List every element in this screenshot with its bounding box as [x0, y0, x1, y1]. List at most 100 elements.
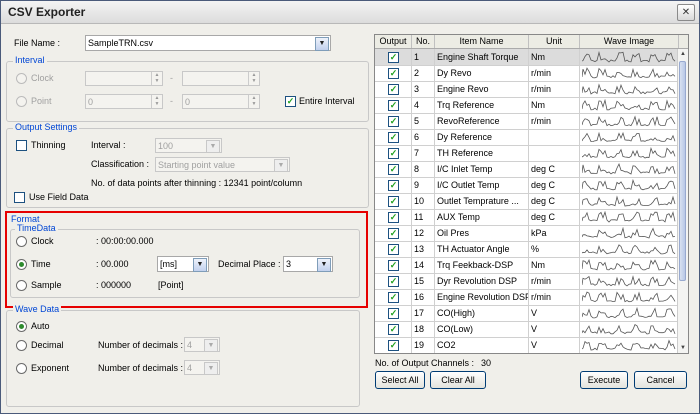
format-sample-unit: [Point]	[158, 280, 184, 290]
time-unit-dropdown-button[interactable]: ▼	[193, 258, 207, 272]
table-row[interactable]: ✓ 17 CO(High) V	[375, 305, 678, 322]
output-checkbox[interactable]: ✓	[388, 84, 399, 95]
execute-button[interactable]: Execute	[580, 371, 628, 389]
interval-clock-from-field[interactable]: ▲ ▼	[85, 71, 163, 86]
interval-point-from-spinner[interactable]: ▲ ▼	[151, 95, 162, 108]
output-checkbox[interactable]: ✓	[388, 52, 399, 63]
table-scrollbar[interactable]: ▲ ▼	[677, 49, 688, 353]
header-item-name[interactable]: Item Name	[435, 35, 529, 48]
interval-point-to-value: 0	[185, 97, 191, 107]
thinning-checkbox[interactable]	[16, 140, 27, 151]
interval-clock-to-field[interactable]: ▲ ▼	[182, 71, 260, 86]
table-row[interactable]: ✓ 14 Trq Feekback-DSP Nm	[375, 257, 678, 274]
thinning-interval-combo[interactable]: 100 ▼	[155, 138, 222, 153]
output-checkbox[interactable]: ✓	[388, 308, 399, 319]
table-row[interactable]: ✓ 8 I/C Inlet Temp deg C	[375, 161, 678, 178]
table-row[interactable]: ✓ 3 Engine Revo r/min	[375, 81, 678, 98]
decimal-num-decimals-combo[interactable]: 4 ▼	[184, 337, 220, 352]
output-checkbox[interactable]: ✓	[388, 228, 399, 239]
output-checkbox[interactable]: ✓	[388, 324, 399, 335]
table-row[interactable]: ✓ 13 TH Actuator Angle%	[375, 241, 678, 258]
time-unit-combo[interactable]: [ms] ▼	[157, 256, 209, 272]
output-checkbox[interactable]: ✓	[388, 132, 399, 143]
wave-exponent-radio[interactable]	[16, 363, 27, 374]
cancel-button[interactable]: Cancel	[634, 371, 687, 389]
wave-auto-radio[interactable]	[16, 321, 27, 332]
header-output[interactable]: Output	[375, 35, 412, 48]
spin-down-icon: ▼	[154, 101, 160, 107]
select-all-button[interactable]: Select All	[375, 371, 425, 389]
table-row[interactable]: ✓ 12 Oil Pres kPa	[375, 225, 678, 242]
table-row[interactable]: ✓ 10 Outlet Temprature ... deg C	[375, 193, 678, 210]
output-checkbox[interactable]: ✓	[388, 116, 399, 127]
output-checkbox[interactable]: ✓	[388, 276, 399, 287]
classification-dropdown-button[interactable]: ▼	[274, 159, 288, 172]
file-name-combo[interactable]: SampleTRN.csv ▼	[85, 35, 331, 51]
item-name: Outlet Temprature ...	[435, 193, 529, 209]
item-unit: r/min	[529, 273, 580, 289]
table-row[interactable]: ✓ 18 CO(Low) V	[375, 321, 678, 338]
output-checkbox[interactable]: ✓	[388, 212, 399, 223]
interval-clock-to-spinner[interactable]: ▲ ▼	[248, 72, 259, 85]
output-checkbox[interactable]: ✓	[388, 148, 399, 159]
table-row[interactable]: ✓ 5 RevoReference r/min	[375, 113, 678, 130]
scroll-up-icon[interactable]: ▲	[678, 49, 688, 59]
output-checkbox[interactable]: ✓	[388, 292, 399, 303]
table-row[interactable]: ✓ 6 Dy Reference	[375, 129, 678, 146]
waveform-thumbnail	[582, 147, 676, 159]
row-number: 11	[412, 209, 435, 225]
header-no[interactable]: No.	[412, 35, 435, 48]
table-row[interactable]: ✓ 1 Engine Shaft Torque Nm	[375, 49, 678, 66]
scroll-down-icon[interactable]: ▼	[678, 343, 688, 353]
table-row[interactable]: ✓ 4 Trq Reference Nm	[375, 97, 678, 114]
decimal-num-decimals-dropdown-button[interactable]: ▼	[204, 339, 218, 352]
use-field-data-checkbox[interactable]	[14, 192, 25, 203]
header-wave-image[interactable]: Wave Image	[580, 35, 679, 48]
output-cell: ✓	[375, 337, 412, 353]
clear-all-button[interactable]: Clear All	[430, 371, 486, 389]
item-unit: deg C	[529, 177, 580, 193]
output-checkbox[interactable]: ✓	[388, 340, 399, 351]
scroll-thumb[interactable]	[679, 61, 686, 281]
csv-exporter-window: CSV Exporter ✕ File Name : SampleTRN.csv…	[0, 0, 700, 414]
exponent-num-decimals-dropdown-button[interactable]: ▼	[204, 362, 218, 375]
interval-point-to-spinner[interactable]: ▲ ▼	[248, 95, 259, 108]
table-row[interactable]: ✓ 16 Engine Revolution DSP r/min	[375, 289, 678, 306]
format-time-radio[interactable]	[16, 259, 27, 270]
close-button[interactable]: ✕	[677, 4, 695, 21]
file-name-dropdown-button[interactable]: ▼	[315, 37, 329, 51]
decimal-place-combo[interactable]: 3 ▼	[283, 256, 333, 272]
waveform-thumbnail	[582, 179, 676, 191]
thinning-interval-dropdown-button[interactable]: ▼	[206, 140, 220, 153]
output-checkbox[interactable]: ✓	[388, 196, 399, 207]
wave-decimal-radio[interactable]	[16, 340, 27, 351]
table-row[interactable]: ✓ 7 TH Reference	[375, 145, 678, 162]
header-unit[interactable]: Unit	[529, 35, 580, 48]
output-checkbox[interactable]: ✓	[388, 180, 399, 191]
table-row[interactable]: ✓ 9 I/C Outlet Temp deg C	[375, 177, 678, 194]
output-checkbox[interactable]: ✓	[388, 244, 399, 255]
exponent-num-decimals-combo[interactable]: 4 ▼	[184, 360, 220, 375]
table-row[interactable]: ✓ 15 Dyr Revolution DSP r/min	[375, 273, 678, 290]
interval-point-radio[interactable]	[16, 96, 27, 107]
interval-clock-from-spinner[interactable]: ▲ ▼	[151, 72, 162, 85]
output-checkbox[interactable]: ✓	[388, 68, 399, 79]
output-checkbox[interactable]: ✓	[388, 164, 399, 175]
item-unit: kPa	[529, 225, 580, 241]
output-checkbox[interactable]: ✓	[388, 260, 399, 271]
interval-point-from-field[interactable]: 0 ▲ ▼	[85, 94, 163, 109]
interval-point-to-field[interactable]: 0 ▲ ▼	[182, 94, 260, 109]
table-row[interactable]: ✓ 11 AUX Temp deg C	[375, 209, 678, 226]
table-row[interactable]: ✓ 19 CO2 V	[375, 337, 678, 353]
output-cell: ✓	[375, 289, 412, 305]
entire-interval-checkbox[interactable]: ✓	[285, 96, 296, 107]
row-number: 17	[412, 305, 435, 321]
decimal-place-dropdown-button[interactable]: ▼	[317, 258, 331, 272]
format-clock-radio[interactable]	[16, 236, 27, 247]
output-checkbox[interactable]: ✓	[388, 100, 399, 111]
interval-clock-radio[interactable]	[16, 73, 27, 84]
format-sample-radio[interactable]	[16, 280, 27, 291]
item-name: Dyr Revolution DSP	[435, 273, 529, 289]
table-row[interactable]: ✓ 2 Dy Revo r/min	[375, 65, 678, 82]
classification-combo[interactable]: Starting point value ▼	[155, 157, 290, 172]
